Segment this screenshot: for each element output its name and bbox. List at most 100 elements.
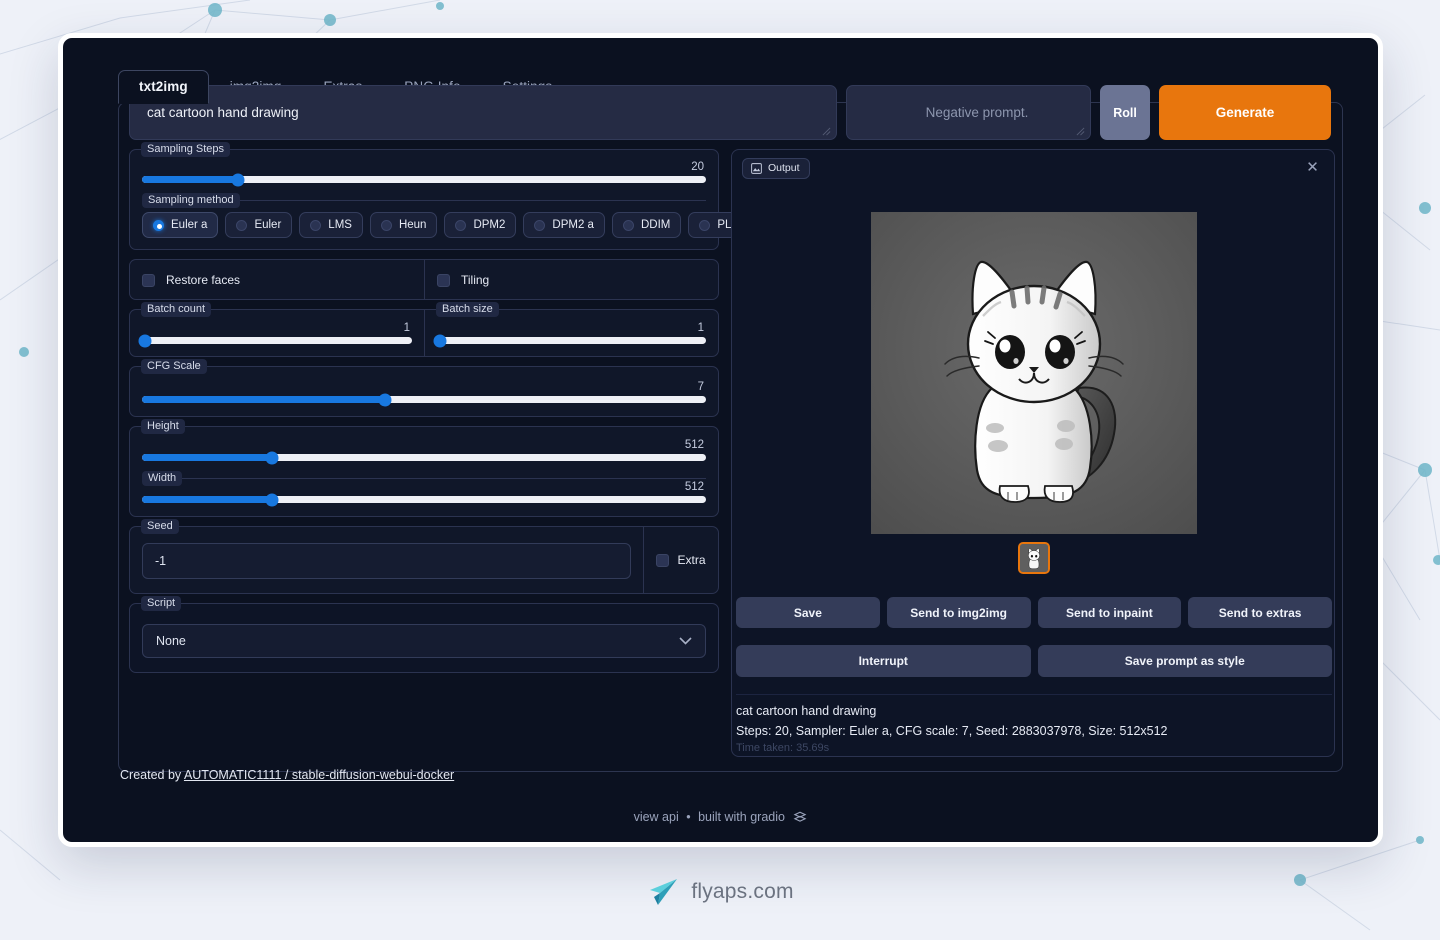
brand-footer: flyaps.com bbox=[0, 876, 1440, 908]
slider-thumb[interactable] bbox=[433, 334, 446, 347]
radio-dot-icon bbox=[623, 220, 634, 231]
slider-thumb[interactable] bbox=[378, 393, 391, 406]
output-column: Output ✕ bbox=[731, 149, 1335, 757]
generated-image[interactable] bbox=[871, 212, 1197, 534]
interrupt-button[interactable]: Interrupt bbox=[736, 645, 1031, 677]
radio-label: DDIM bbox=[641, 219, 670, 231]
batch-row: Batch count 1 Batch size 1 bbox=[129, 309, 719, 357]
radio-label: Euler bbox=[254, 219, 281, 231]
seed-extra-cell[interactable]: Extra bbox=[643, 526, 719, 594]
prompt-row: cat cartoon hand drawing Negative prompt… bbox=[129, 85, 1334, 140]
slider-thumb[interactable] bbox=[138, 334, 151, 347]
resize-grip-icon[interactable] bbox=[822, 127, 831, 136]
gallery-thumbnail[interactable] bbox=[1018, 542, 1050, 574]
slider-thumb[interactable] bbox=[265, 451, 278, 464]
slider-fill bbox=[142, 454, 272, 461]
radio-dot-icon bbox=[236, 220, 247, 231]
resize-grip-icon[interactable] bbox=[1076, 127, 1085, 136]
slider-thumb[interactable] bbox=[265, 493, 278, 506]
seed-input[interactable]: -1 bbox=[142, 543, 631, 579]
info-prompt-text: cat cartoon hand drawing bbox=[736, 704, 1332, 718]
slider-fill bbox=[142, 396, 385, 403]
image-icon bbox=[751, 163, 762, 174]
roll-button[interactable]: Roll bbox=[1100, 85, 1150, 140]
radio-dot-icon bbox=[381, 220, 392, 231]
send-to-extras-button[interactable]: Send to extras bbox=[1188, 597, 1332, 628]
view-api-link[interactable]: view api bbox=[634, 810, 679, 824]
slider-fill bbox=[142, 496, 272, 503]
slider-track[interactable] bbox=[142, 337, 412, 344]
batch-size-slider[interactable]: 1 bbox=[437, 325, 706, 344]
radio-euler[interactable]: Euler bbox=[225, 212, 292, 238]
flyaps-logo-icon bbox=[646, 876, 680, 908]
cfg-scale-slider[interactable]: 7 bbox=[142, 384, 706, 403]
tiling-label: Tiling bbox=[461, 273, 489, 287]
tiling-checkbox-row[interactable]: Tiling bbox=[437, 273, 706, 287]
radio-dot-icon bbox=[153, 220, 164, 231]
built-with-gradio-label: built with gradio bbox=[698, 810, 785, 824]
width-slider[interactable]: 512 bbox=[142, 479, 706, 503]
seed-value: -1 bbox=[155, 554, 166, 568]
webui-root: txt2img img2img Extras PNG Info Settings… bbox=[63, 38, 1378, 842]
send-to-img2img-button[interactable]: Send to img2img bbox=[887, 597, 1031, 628]
radio-label: LMS bbox=[328, 219, 352, 231]
batch-size-value: 1 bbox=[698, 322, 704, 334]
negative-prompt-input[interactable]: Negative prompt. bbox=[846, 85, 1091, 140]
height-slider[interactable]: 512 bbox=[142, 442, 706, 461]
restore-faces-label: Restore faces bbox=[166, 273, 240, 287]
restore-faces-checkbox-row[interactable]: Restore faces bbox=[142, 273, 412, 287]
checkbox-icon[interactable] bbox=[437, 274, 450, 287]
close-icon[interactable]: ✕ bbox=[1304, 159, 1321, 176]
radio-dot-icon bbox=[534, 220, 545, 231]
dimensions-group: Height 512 Width 512 bbox=[129, 426, 719, 517]
sampling-steps-label: Sampling Steps bbox=[141, 142, 230, 157]
save-prompt-as-style-button[interactable]: Save prompt as style bbox=[1038, 645, 1333, 677]
generate-button[interactable]: Generate bbox=[1159, 85, 1331, 140]
slider-track[interactable] bbox=[142, 396, 706, 403]
credit-link[interactable]: AUTOMATIC1111 / stable-diffusion-webui-d… bbox=[184, 768, 454, 782]
send-to-inpaint-button[interactable]: Send to inpaint bbox=[1038, 597, 1182, 628]
gallery-thumbnail-image bbox=[1020, 544, 1048, 572]
slider-track[interactable] bbox=[437, 337, 706, 344]
seed-row: Seed -1 Extra bbox=[129, 526, 719, 594]
batch-count-label: Batch count bbox=[141, 302, 211, 317]
sampling-steps-slider[interactable]: 20 bbox=[142, 164, 706, 183]
seed-extra-label: Extra bbox=[677, 553, 705, 567]
info-time-taken: Time taken: 35.69s bbox=[736, 742, 1332, 754]
slider-thumb[interactable] bbox=[231, 173, 244, 186]
credit-line: Created by AUTOMATIC1111 / stable-diffus… bbox=[120, 768, 454, 782]
radio-label: Heun bbox=[399, 219, 427, 231]
tiling-cell: Tiling bbox=[424, 259, 719, 300]
radio-euler-a[interactable]: Euler a bbox=[142, 212, 218, 238]
slider-track[interactable] bbox=[142, 176, 706, 183]
gradio-logo-icon bbox=[793, 811, 807, 823]
seed-label: Seed bbox=[141, 519, 179, 534]
radio-lms[interactable]: LMS bbox=[299, 212, 363, 238]
save-button[interactable]: Save bbox=[736, 597, 880, 628]
radio-label: Euler a bbox=[171, 219, 207, 231]
radio-dpm2-a[interactable]: DPM2 a bbox=[523, 212, 605, 238]
output-tab[interactable]: Output bbox=[742, 158, 810, 179]
checkbox-icon[interactable] bbox=[142, 274, 155, 287]
checkbox-icon[interactable] bbox=[656, 554, 669, 567]
output-image-stage bbox=[732, 212, 1336, 534]
tab-txt2img[interactable]: txt2img bbox=[118, 70, 209, 104]
chevron-down-icon bbox=[679, 637, 692, 645]
positive-prompt-input[interactable]: cat cartoon hand drawing bbox=[129, 85, 837, 140]
radio-dpm2[interactable]: DPM2 bbox=[444, 212, 516, 238]
radio-ddim[interactable]: DDIM bbox=[612, 212, 681, 238]
generation-info: cat cartoon hand drawing Steps: 20, Samp… bbox=[736, 694, 1332, 754]
settings-column: Sampling Steps 20 Sampling method Euler … bbox=[129, 149, 719, 682]
tab-label: txt2img bbox=[139, 79, 188, 94]
radio-heun[interactable]: Heun bbox=[370, 212, 438, 238]
slider-track[interactable] bbox=[142, 496, 706, 503]
positive-prompt-value: cat cartoon hand drawing bbox=[130, 105, 299, 120]
radio-label: DPM2 a bbox=[552, 219, 594, 231]
batch-count-slider[interactable]: 1 bbox=[142, 325, 412, 344]
script-group: Script None bbox=[129, 603, 719, 673]
cfg-scale-value: 7 bbox=[698, 381, 704, 393]
height-label: Height bbox=[141, 419, 185, 434]
height-value: 512 bbox=[685, 439, 704, 451]
script-select[interactable]: None bbox=[142, 624, 706, 658]
slider-track[interactable] bbox=[142, 454, 706, 461]
